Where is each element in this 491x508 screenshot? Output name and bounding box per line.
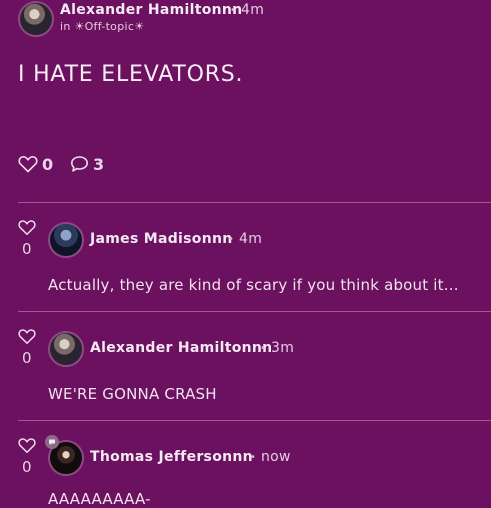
reply-author-avatar[interactable] — [48, 222, 84, 258]
channel-link[interactable]: ☀Off-topic☀ — [74, 20, 144, 33]
separator-dot: • — [228, 234, 234, 245]
reply-author-name[interactable]: Alexander Hamiltonnn — [90, 340, 272, 356]
separator-dot: • — [250, 452, 256, 463]
reply-time: now — [261, 449, 291, 465]
heart-outline-icon[interactable] — [18, 219, 36, 236]
reply-like-count: 0 — [22, 458, 32, 476]
heart-outline-icon[interactable] — [18, 437, 36, 454]
reply-author-name[interactable]: James Madisonnn — [90, 231, 233, 247]
speech-bubble-icon[interactable] — [70, 155, 89, 173]
divider — [18, 202, 491, 203]
reply-time: 3m — [271, 340, 295, 356]
post-title: I HATE ELEVATORS. — [18, 62, 244, 87]
separator-dot: • — [260, 343, 266, 354]
reply-text: AAAAAAAAA- — [48, 490, 151, 508]
separator-dot: • — [230, 5, 236, 16]
heart-outline-icon[interactable] — [18, 155, 38, 173]
post-like-count: 0 — [42, 155, 54, 174]
in-prefix: in — [60, 20, 71, 33]
post-time: 4m — [241, 2, 265, 18]
reply-text: Actually, they are kind of scary if you … — [48, 276, 459, 294]
post-author-avatar[interactable] — [18, 1, 54, 37]
divider — [18, 311, 491, 312]
reply-author-name[interactable]: Thomas Jeffersonnn — [90, 449, 253, 465]
post-comment-count: 3 — [93, 155, 105, 174]
reply-time: 4m — [239, 231, 263, 247]
reply-like-count: 0 — [22, 240, 32, 258]
divider — [18, 420, 491, 421]
reply-like-count: 0 — [22, 349, 32, 367]
reply-text: WE'RE GONNA CRASH — [48, 385, 217, 403]
channel-line: in ☀Off-topic☀ — [60, 20, 144, 33]
chat-badge-icon — [45, 435, 59, 449]
post-author-name[interactable]: Alexander Hamiltonnn — [60, 2, 242, 18]
heart-outline-icon[interactable] — [18, 328, 36, 345]
reply-author-avatar[interactable] — [48, 331, 84, 367]
